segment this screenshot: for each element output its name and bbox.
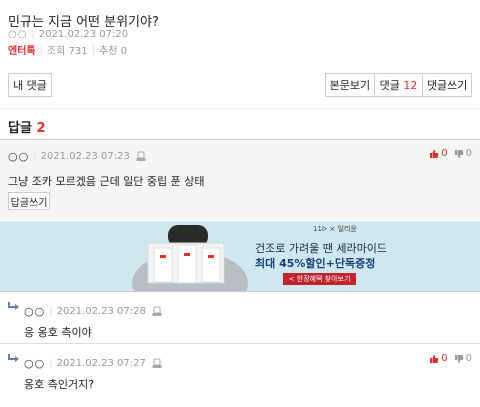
view-count: 조회 731 xyxy=(46,46,88,57)
report-icon[interactable] xyxy=(152,306,162,317)
reply-text: 옹호 측인거지? xyxy=(24,378,95,391)
comments-label: 댓글 xyxy=(379,79,400,92)
divider: | xyxy=(39,44,43,55)
category-link[interactable]: 엔터톡 xyxy=(8,42,36,57)
replies-count: 2 xyxy=(36,121,46,136)
downvote-count: 0 xyxy=(465,148,472,159)
post-date: 2021.02.23 07:20 xyxy=(38,29,129,40)
thumbs-down-icon xyxy=(454,149,464,158)
upvote-count: 0 xyxy=(441,148,448,159)
report-icon[interactable] xyxy=(136,151,146,162)
reply-votes: 0 0 xyxy=(423,353,472,364)
divider: | xyxy=(91,44,96,55)
comments-count: 12 xyxy=(403,78,418,92)
reply-nick[interactable]: ○○ xyxy=(24,305,45,318)
divider: | xyxy=(49,306,53,317)
thumbs-up-icon xyxy=(430,149,439,158)
my-comments-button[interactable]: 내 댓글 xyxy=(8,73,52,97)
thumbs-up-icon xyxy=(430,354,439,363)
post-title: 민규는 지금 어떤 분위기야? xyxy=(8,15,159,30)
comment-date: 2021.02.23 07:23 xyxy=(40,151,130,162)
comments-button[interactable]: 댓글 12 xyxy=(375,74,424,96)
report-icon[interactable] xyxy=(152,358,162,369)
upvote-count: 0 xyxy=(441,353,448,364)
comment-nick[interactable]: ○○ xyxy=(8,150,29,163)
banner-illustration xyxy=(132,225,248,291)
banner-line1: 건조로 가려울 땐 세라마이드 xyxy=(255,242,387,255)
replies-label: 답글 xyxy=(8,121,32,136)
comment-text: 그냥 조카 모르겠음 근데 일단 중립 푼 상태 xyxy=(8,175,205,188)
banner-brand: 11ᐅ × 일리윤 xyxy=(313,225,357,233)
replies-heading: 답글 2 xyxy=(8,117,46,136)
reply-write-button[interactable]: 답글쓰기 xyxy=(8,192,50,210)
reply-meta: ○○ | 2021.02.23 07:28 xyxy=(24,305,162,318)
reply-arrow-icon xyxy=(8,354,19,362)
write-comment-button[interactable]: 댓글쓰기 xyxy=(423,74,471,96)
upvote-button[interactable]: 0 xyxy=(429,148,448,159)
thumbs-down-icon xyxy=(454,354,464,363)
view-post-button[interactable]: 본문보기 xyxy=(326,74,375,96)
post-meta: ○○ | 2021.02.23 07:20 xyxy=(8,29,128,40)
reply-text: 응 옹호 측이야 xyxy=(24,326,92,339)
upvote-button[interactable]: 0 xyxy=(429,353,448,364)
divider xyxy=(0,108,480,109)
banner-cta[interactable]: < 한정혜택 찾아보기 xyxy=(283,273,356,285)
reply-nick[interactable]: ○○ xyxy=(24,357,45,370)
post-stats: 엔터톡 | 조회 731 | 추천 0 xyxy=(8,42,127,57)
reply-date: 2021.02.23 07:28 xyxy=(56,306,146,317)
divider: | xyxy=(33,151,37,162)
banner-line2: 최대 45%할인+단독증정 xyxy=(255,257,376,270)
reply-meta: ○○ | 2021.02.23 07:27 xyxy=(24,357,162,370)
reply-item: ○○ | 2021.02.23 07:27 0 0 옹호 측인거지? xyxy=(0,344,480,407)
divider: | xyxy=(31,29,35,40)
author-nick[interactable]: ○○ xyxy=(8,29,27,40)
ad-banner[interactable]: 11ᐅ × 일리윤 건조로 가려울 땐 세라마이드 최대 45%할인+단독증정 … xyxy=(0,221,480,291)
recommend-count: 추천 0 xyxy=(99,46,127,57)
downvote-count: 0 xyxy=(465,353,472,364)
comment-toolbar: 본문보기 댓글 12 댓글쓰기 xyxy=(325,73,472,97)
comment-meta: ○○ | 2021.02.23 07:23 xyxy=(8,150,146,163)
comment-votes: 0 0 xyxy=(423,148,472,159)
downvote-button[interactable]: 0 xyxy=(454,353,472,364)
downvote-button[interactable]: 0 xyxy=(454,148,472,159)
reply-arrow-icon xyxy=(8,302,19,310)
reply-item: ○○ | 2021.02.23 07:28 응 옹호 측이야 xyxy=(0,292,480,343)
divider: | xyxy=(49,358,53,369)
reply-date: 2021.02.23 07:27 xyxy=(56,358,146,369)
main-comment: ○○ | 2021.02.23 07:23 0 0 그냥 조카 모르겠음 근데 … xyxy=(0,140,480,220)
